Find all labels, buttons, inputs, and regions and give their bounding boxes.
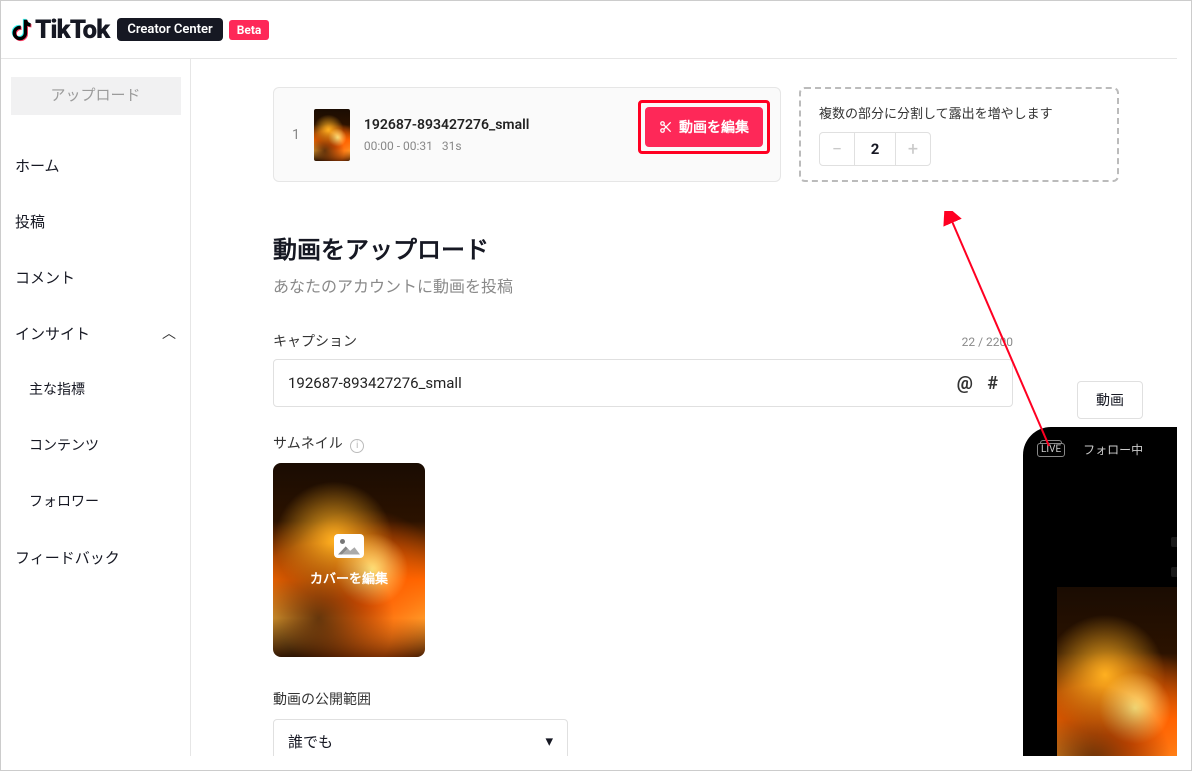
sidebar-item-key-metrics[interactable]: 主な指標 <box>1 361 190 417</box>
note-icon <box>11 18 33 42</box>
clip-index: 1 <box>292 127 300 143</box>
caption-counter: 22 / 2200 <box>962 335 1013 349</box>
chevron-down-icon: ▾ <box>545 732 553 750</box>
info-icon[interactable]: i <box>350 439 364 453</box>
stepper-value: 2 <box>854 133 896 165</box>
sidebar-item-followers[interactable]: フォロワー <box>1 473 190 529</box>
stepper-plus-button[interactable]: + <box>896 139 930 160</box>
clip-filename: 192687-893427276_small <box>364 117 530 133</box>
horizontal-scroll[interactable]: TikTok Creator Center Beta アップロード ホーム 投稿… <box>1 1 1191 770</box>
creator-center-badge[interactable]: Creator Center <box>117 18 222 41</box>
caption-label: キャプション <box>273 331 357 351</box>
visibility-value: 誰でも <box>288 731 333 752</box>
beta-badge: Beta <box>229 20 270 40</box>
header-bar: TikTok Creator Center Beta <box>1 1 1177 59</box>
sidebar-item-insights[interactable]: インサイト ︿ <box>1 305 190 361</box>
edit-video-button[interactable]: 動画を編集 <box>645 107 763 147</box>
visibility-dropdown[interactable]: 誰でも ▾ <box>273 719 568 756</box>
sidebar-item-feedback[interactable]: フィードバック <box>1 529 190 585</box>
caption-input[interactable]: 192687-893427276_small @ # <box>273 359 1013 407</box>
split-description: 複数の部分に分割して露出を増やします <box>819 103 1099 122</box>
scissors-icon <box>659 120 673 134</box>
upload-button[interactable]: アップロード <box>11 77 181 115</box>
phone-video-area <box>1057 587 1177 756</box>
edit-button-highlight: 動画を編集 <box>638 100 770 154</box>
phone-preview: LIVE フォロー中 <box>1023 427 1177 756</box>
tiktok-logo[interactable]: TikTok <box>11 15 109 45</box>
vertical-scroll[interactable]: TikTok Creator Center Beta アップロード ホーム 投稿… <box>1 1 1177 756</box>
live-icon: LIVE <box>1037 443 1065 457</box>
top-cards-row: 1 192687-893427276_small 00:00 - 00:31 3… <box>273 87 1177 182</box>
thumbnail-label: サムネイル <box>273 436 343 452</box>
split-card: 複数の部分に分割して露出を増やします − 2 + <box>799 87 1119 182</box>
app-viewport: TikTok Creator Center Beta アップロード ホーム 投稿… <box>0 0 1192 771</box>
clip-info: 00:00 - 00:31 31s <box>364 139 530 153</box>
sidebar-item-comments[interactable]: コメント <box>1 249 190 305</box>
sidebar: アップロード ホーム 投稿 コメント インサイト ︿ 主な指標 コンテンツ フォ… <box>1 59 191 756</box>
thumbnail-edit-card[interactable]: カバーを編集 <box>273 463 425 657</box>
stepper-minus-button[interactable]: − <box>820 139 854 160</box>
caption-value: 192687-893427276_small <box>288 374 462 392</box>
hashtag-button[interactable]: # <box>987 373 998 394</box>
image-icon <box>334 534 364 558</box>
video-thumbnail-small <box>314 109 350 161</box>
following-tab[interactable]: フォロー中 <box>1083 441 1143 458</box>
mention-button[interactable]: @ <box>957 373 973 394</box>
sidebar-item-home[interactable]: ホーム <box>1 137 190 193</box>
cover-edit-label: カバーを編集 <box>310 568 388 587</box>
sidebar-item-content[interactable]: コンテンツ <box>1 417 190 473</box>
split-quantity-stepper: − 2 + <box>819 132 931 166</box>
caption-header-row: キャプション 22 / 2200 <box>273 331 1013 359</box>
video-clip-card: 1 192687-893427276_small 00:00 - 00:31 3… <box>273 87 781 182</box>
chevron-up-icon: ︿ <box>162 323 176 343</box>
main-column: 1 192687-893427276_small 00:00 - 00:31 3… <box>211 59 1177 756</box>
preview-tab-video[interactable]: 動画 <box>1077 381 1143 419</box>
upload-subtitle: あなたのアカウントに動画を投稿 <box>273 273 1177 297</box>
sidebar-item-posts[interactable]: 投稿 <box>1 193 190 249</box>
brand-text: TikTok <box>35 15 109 45</box>
upload-title: 動画をアップロード <box>273 230 1177 265</box>
page-content: TikTok Creator Center Beta アップロード ホーム 投稿… <box>1 1 1177 756</box>
